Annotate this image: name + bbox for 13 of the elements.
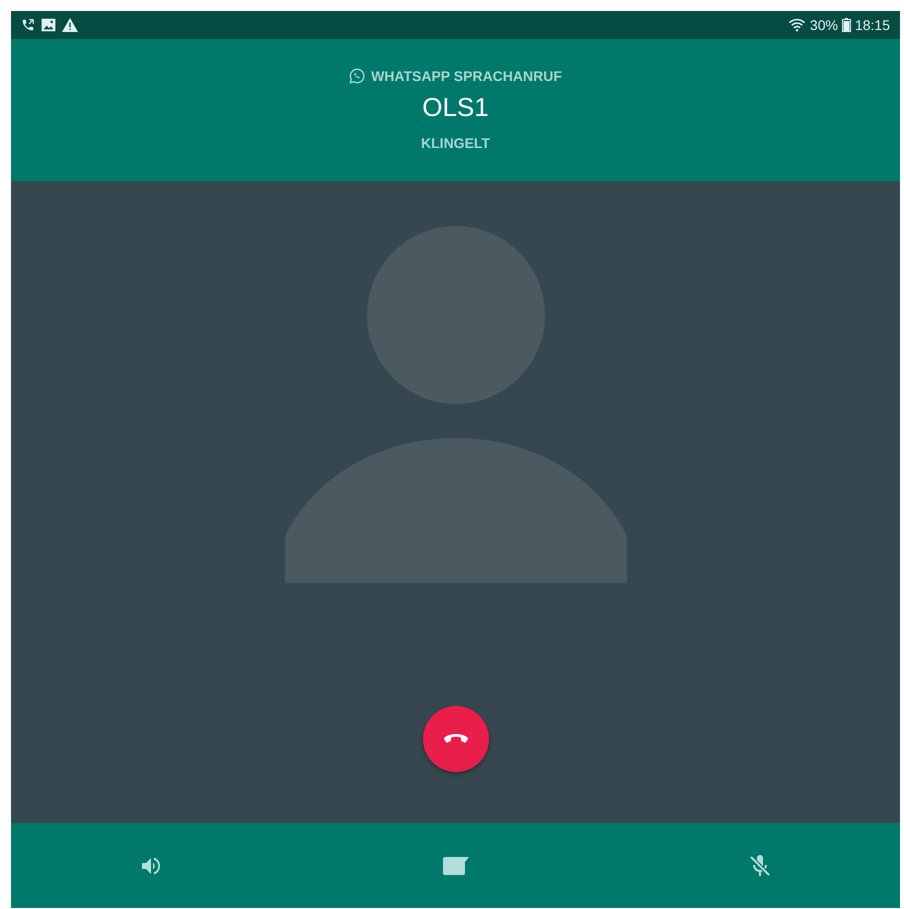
image-icon: [41, 18, 56, 32]
hang-up-icon: [442, 733, 468, 745]
call-status: KLINGELT: [421, 135, 490, 151]
chat-bubble-icon: [349, 68, 366, 84]
muted-microphone-icon: [748, 854, 772, 878]
call-type-label: WHATSAPP SPRACHANRUF: [371, 68, 562, 84]
battery-icon: [842, 18, 851, 32]
phone-call-icon: [21, 18, 35, 32]
battery-percent: 30%: [810, 17, 838, 33]
contact-name: OLS1: [422, 92, 489, 123]
clock: 18:15: [854, 17, 890, 33]
warning-icon: [62, 18, 78, 32]
wifi-icon: [788, 18, 806, 32]
